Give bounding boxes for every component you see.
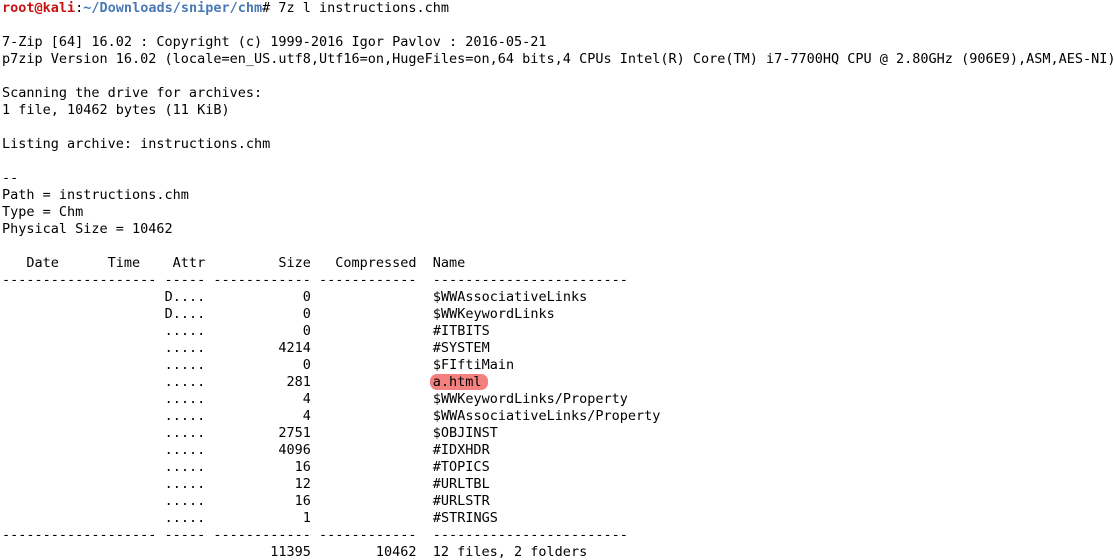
row-indent bbox=[2, 476, 165, 492]
row-indent bbox=[2, 374, 165, 390]
row-name: #URLTBL bbox=[432, 476, 490, 492]
table-row: ..... 16 #URLSTR bbox=[2, 493, 1114, 510]
output-line: Path = instructions.chm bbox=[2, 187, 189, 203]
row-name: #URLSTR bbox=[432, 493, 490, 509]
row-attr: ..... bbox=[164, 425, 206, 441]
row-size: 4214 bbox=[278, 340, 311, 356]
table-row: ..... 4 $WWAssociativeLinks/Property bbox=[2, 408, 1114, 425]
output-line: 1 file, 10462 bytes (11 KiB) bbox=[2, 102, 230, 118]
row-attr: ..... bbox=[164, 476, 206, 492]
row-name: #TOPICS bbox=[432, 459, 490, 475]
row-attr: ..... bbox=[164, 340, 206, 356]
table-row: ..... 4096 #IDXHDR bbox=[2, 442, 1114, 459]
output-line: Listing archive: instructions.chm bbox=[2, 136, 271, 152]
row-attr: ..... bbox=[164, 357, 206, 373]
row-indent bbox=[2, 289, 165, 305]
table-separator: ------------------- ----- ------------ -… bbox=[2, 272, 628, 288]
row-name: #STRINGS bbox=[432, 510, 498, 526]
row-attr: ..... bbox=[164, 374, 206, 390]
output-line: Physical Size = 10462 bbox=[2, 221, 173, 237]
row-size: 4 bbox=[302, 391, 311, 407]
row-indent bbox=[2, 408, 165, 424]
row-name: $WWAssociativeLinks bbox=[432, 289, 588, 305]
table-row: ..... 0 #ITBITS bbox=[2, 323, 1114, 340]
table-row: ..... 4 $WWKeywordLinks/Property bbox=[2, 391, 1114, 408]
row-size: 12 bbox=[294, 476, 311, 492]
terminal-window[interactable]: root@kali:~/Downloads/sniper/chm# 7z l i… bbox=[0, 0, 1114, 560]
table-row: ..... 2751 $OBJINST bbox=[2, 425, 1114, 442]
row-indent bbox=[2, 340, 165, 356]
output-line: Type = Chm bbox=[2, 204, 84, 220]
prompt-user: root@kali bbox=[2, 0, 76, 16]
output-line: 7-Zip [64] 16.02 : Copyright (c) 1999-20… bbox=[2, 34, 547, 50]
table-row: ..... 281 a.html bbox=[2, 374, 1114, 391]
row-name-highlighted: a.html bbox=[429, 374, 488, 390]
row-size: 281 bbox=[286, 374, 311, 390]
table-summary: 11395 10462 12 files, 2 folders bbox=[2, 544, 588, 560]
file-list: D.... 0 $WWAssociativeLinks D.... 0 $WWK… bbox=[2, 289, 1114, 527]
table-row: ..... 1 #STRINGS bbox=[2, 510, 1114, 527]
row-attr: ..... bbox=[164, 459, 206, 475]
row-attr: ..... bbox=[164, 493, 206, 509]
prompt-line: root@kali:~/Downloads/sniper/chm# 7z l i… bbox=[2, 0, 1114, 17]
table-row: D.... 0 $WWAssociativeLinks bbox=[2, 289, 1114, 306]
output-line: -- bbox=[2, 170, 19, 186]
row-size: 1 bbox=[302, 510, 311, 526]
row-indent bbox=[2, 425, 165, 441]
prompt-command: 7z l instructions.chm bbox=[270, 0, 450, 16]
row-attr: ..... bbox=[164, 408, 206, 424]
row-name: $FIftiMain bbox=[432, 357, 515, 373]
output-line: p7zip Version 16.02 (locale=en_US.utf8,U… bbox=[2, 51, 1114, 67]
row-indent bbox=[2, 391, 165, 407]
row-size: 16 bbox=[294, 459, 311, 475]
row-name: $OBJINST bbox=[432, 425, 498, 441]
row-indent bbox=[2, 442, 165, 458]
row-size: 4 bbox=[302, 408, 311, 424]
row-size: 0 bbox=[302, 289, 311, 305]
row-name: $WWKeywordLinks bbox=[432, 306, 555, 322]
row-attr: ..... bbox=[164, 323, 206, 339]
row-size: 0 bbox=[302, 306, 311, 322]
row-name: $WWKeywordLinks/Property bbox=[432, 391, 628, 407]
output-line: Scanning the drive for archives: bbox=[2, 85, 263, 101]
row-attr: ..... bbox=[164, 442, 206, 458]
row-attr: ..... bbox=[164, 391, 206, 407]
row-name: $WWAssociativeLinks/Property bbox=[432, 408, 661, 424]
row-size: 0 bbox=[302, 357, 311, 373]
table-row: ..... 0 $FIftiMain bbox=[2, 357, 1114, 374]
row-name: #IDXHDR bbox=[432, 442, 490, 458]
row-indent bbox=[2, 510, 165, 526]
row-indent bbox=[2, 306, 165, 322]
row-indent bbox=[2, 459, 165, 475]
row-indent bbox=[2, 323, 165, 339]
table-footer-separator: ------------------- ----- ------------ -… bbox=[2, 527, 628, 543]
table-row: D.... 0 $WWKeywordLinks bbox=[2, 306, 1114, 323]
row-name: #ITBITS bbox=[432, 323, 490, 339]
table-row: ..... 16 #TOPICS bbox=[2, 459, 1114, 476]
row-indent bbox=[2, 493, 165, 509]
row-size: 2751 bbox=[278, 425, 311, 441]
output-header: 7-Zip [64] 16.02 : Copyright (c) 1999-20… bbox=[2, 17, 1114, 255]
row-size: 4096 bbox=[278, 442, 311, 458]
row-attr: D.... bbox=[164, 289, 206, 305]
row-attr: D.... bbox=[164, 306, 206, 322]
prompt-path: ~/Downloads/sniper/chm bbox=[83, 0, 263, 16]
row-attr: ..... bbox=[164, 510, 206, 526]
row-name: #SYSTEM bbox=[432, 340, 490, 356]
row-indent bbox=[2, 357, 165, 373]
row-size: 0 bbox=[302, 323, 311, 339]
table-row: ..... 12 #URLTBL bbox=[2, 476, 1114, 493]
table-header: Date Time Attr Size Compressed Name bbox=[2, 255, 466, 271]
row-size: 16 bbox=[294, 493, 311, 509]
table-row: ..... 4214 #SYSTEM bbox=[2, 340, 1114, 357]
